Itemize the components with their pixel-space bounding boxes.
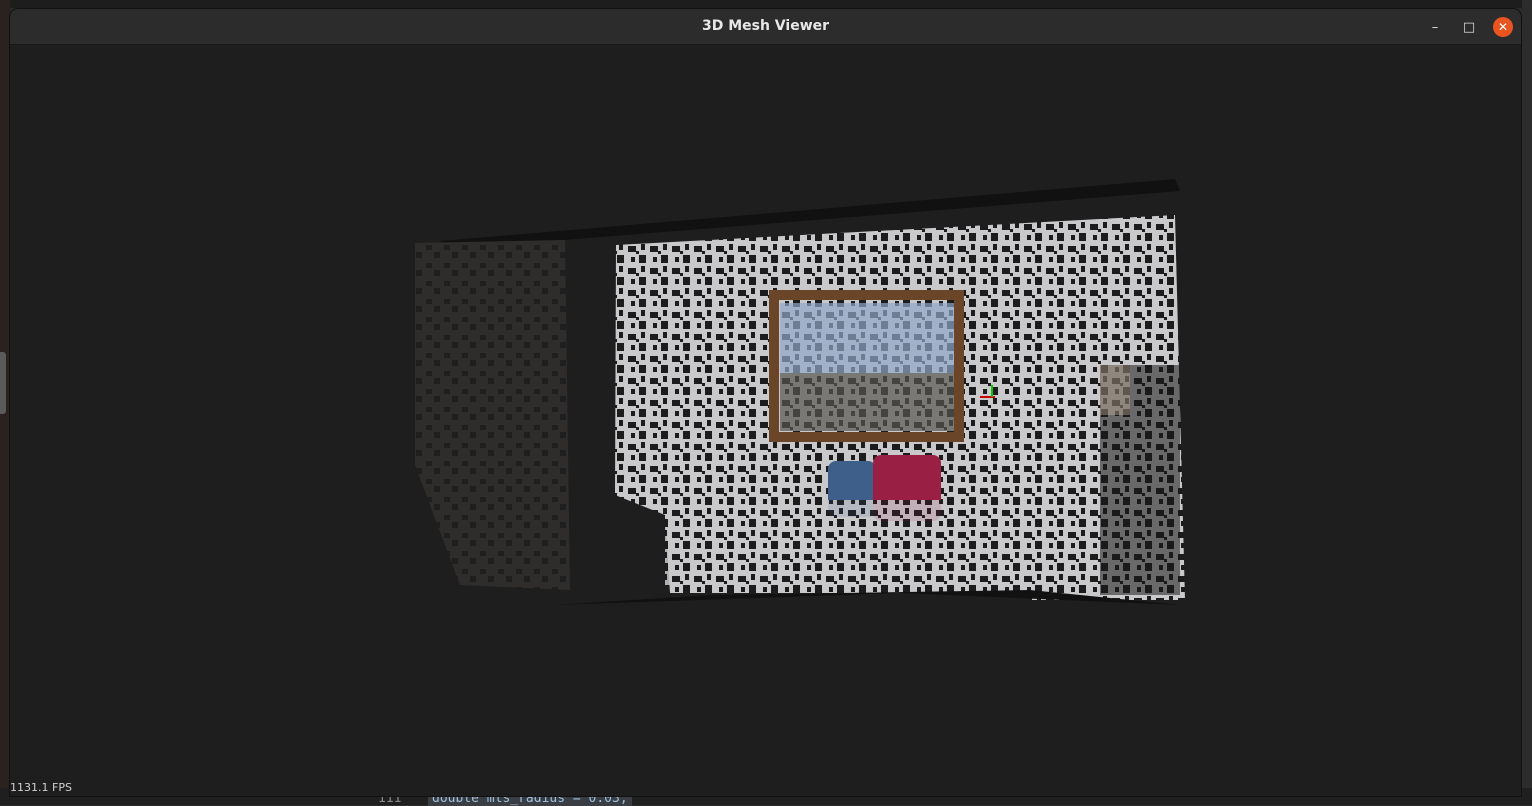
desktop-topbar bbox=[0, 0, 1532, 8]
dock-handle[interactable] bbox=[0, 352, 6, 414]
title-bar[interactable]: 3D Mesh Viewer – □ ✕ bbox=[10, 9, 1521, 45]
desktop-background-right bbox=[1522, 0, 1532, 805]
close-icon: ✕ bbox=[1497, 20, 1509, 34]
fps-counter: 1131.1 FPS bbox=[10, 781, 72, 794]
minimize-button[interactable]: – bbox=[1425, 17, 1445, 37]
mesh-render bbox=[415, 179, 1185, 605]
3d-viewport[interactable]: 1131.1 FPS bbox=[10, 45, 1521, 796]
mesh-sofa bbox=[665, 500, 1040, 585]
window-title: 3D Mesh Viewer bbox=[701, 18, 830, 34]
maximize-icon: □ bbox=[1462, 19, 1476, 35]
mesh-picture bbox=[780, 303, 954, 373]
mesh-lamp bbox=[1100, 365, 1130, 415]
mesh-viewer-window: 3D Mesh Viewer – □ ✕ 1131.1 FPS bbox=[10, 9, 1521, 796]
minimize-icon: – bbox=[1431, 19, 1439, 35]
maximize-button[interactable]: □ bbox=[1459, 17, 1479, 37]
mesh-left-wall bbox=[415, 240, 570, 590]
close-button[interactable]: ✕ bbox=[1493, 17, 1513, 37]
